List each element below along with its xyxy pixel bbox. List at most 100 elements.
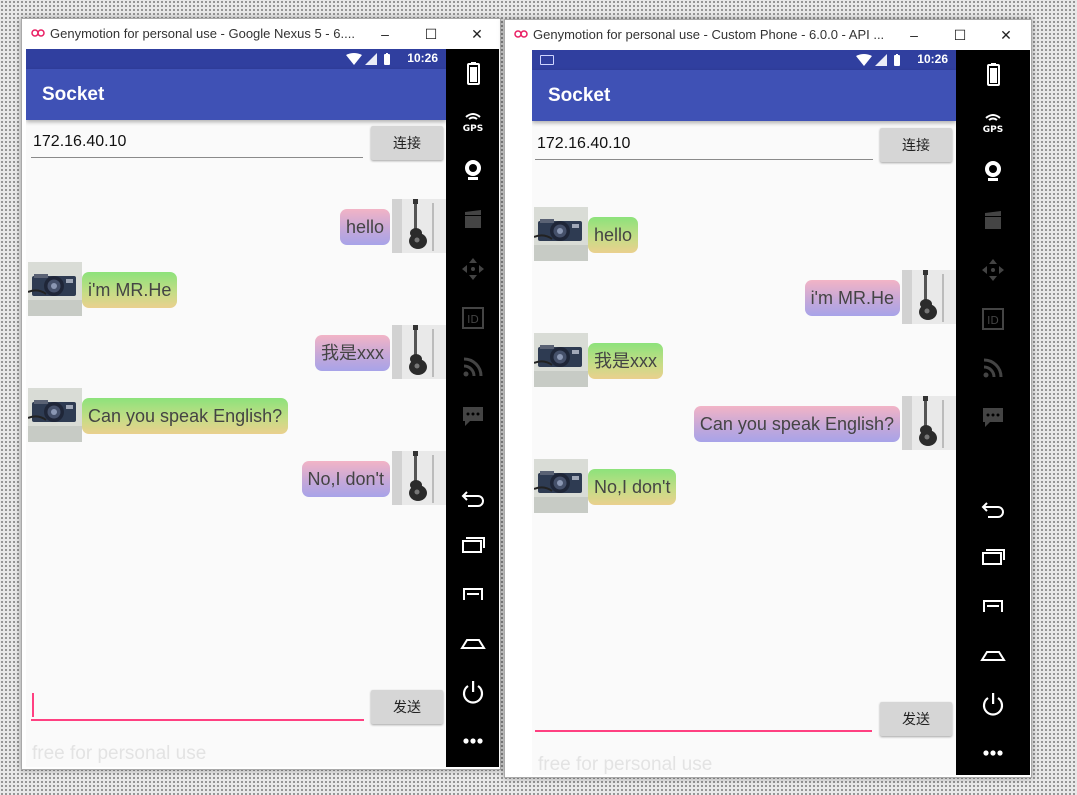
keyboard-icon	[540, 55, 554, 65]
genymotion-sidebar: GPS ID	[446, 49, 499, 767]
guitar-avatar	[902, 270, 956, 324]
status-time: 10:26	[917, 52, 948, 66]
chat-list: hello i'm MR.He 我是xxx Can you speak English…	[26, 199, 446, 539]
connect-button[interactable]: 连接	[371, 126, 443, 160]
status-time: 10:26	[407, 51, 438, 65]
chat-list: hello i'm MR.He 我是xxx Can you speak English…	[532, 207, 956, 547]
guitar-avatar	[392, 325, 446, 379]
battery-icon[interactable]	[458, 59, 488, 89]
chat-row-recv: i'm MR.He	[26, 262, 446, 318]
app-toolbar: Socket	[532, 70, 956, 121]
chat-row-sent: i'm MR.He	[532, 270, 956, 326]
home-icon[interactable]	[978, 640, 1008, 670]
sms-icon[interactable]	[978, 402, 1008, 432]
chat-row-sent: Can you speak English?	[532, 396, 956, 452]
chat-row-recv: hello	[532, 207, 956, 263]
menu-icon[interactable]	[458, 579, 488, 609]
genymotion-sidebar: GPS ID	[956, 50, 1030, 775]
camera-avatar	[534, 333, 588, 387]
clapper-icon[interactable]	[458, 204, 488, 234]
send-button[interactable]: 发送	[880, 702, 952, 736]
recent-apps-icon[interactable]	[978, 542, 1008, 572]
received-message-bubble: hello	[588, 217, 639, 253]
chat-row-sent: No,I don't	[26, 451, 446, 507]
ip-address-input[interactable]: 172.16.40.10	[31, 129, 363, 158]
app-title: Socket	[42, 84, 105, 105]
power-icon[interactable]	[458, 677, 488, 707]
received-message-bubble: 我是xxx	[588, 343, 663, 379]
watermark-text: free for personal use	[538, 754, 713, 775]
camera-avatar	[534, 207, 588, 261]
rss-icon[interactable]	[978, 353, 1008, 383]
message-input[interactable]	[31, 691, 364, 721]
minimize-button[interactable]: –	[891, 20, 937, 50]
id-icon[interactable]: ID	[978, 304, 1008, 334]
svg-text:GPS: GPS	[983, 125, 1003, 135]
device-screen: 10:26 Socket 172.16.40.10 连接 hello i'm MR…	[532, 50, 956, 775]
message-input[interactable]	[535, 702, 872, 732]
gps-icon[interactable]: GPS	[978, 108, 1008, 138]
webcam-icon[interactable]	[458, 155, 488, 185]
sent-message-bubble: 我是xxx	[315, 335, 390, 371]
chat-row-recv: Can you speak English?	[26, 388, 446, 444]
svg-text:GPS: GPS	[462, 124, 482, 134]
ip-address-input[interactable]: 172.16.40.10	[535, 131, 873, 160]
close-button[interactable]: ✕	[454, 19, 500, 49]
android-status-bar: 10:26	[26, 49, 446, 69]
emulator-window-1: Genymotion for personal use - Google Nex…	[21, 18, 501, 770]
signal-icons	[346, 53, 390, 65]
android-status-bar: 10:26	[532, 50, 956, 70]
maximize-button[interactable]: ☐	[408, 19, 454, 49]
back-icon[interactable]	[978, 493, 1008, 523]
minimize-button[interactable]: –	[362, 19, 408, 49]
more-icon[interactable]	[458, 726, 488, 756]
app-title: Socket	[548, 85, 611, 106]
genymotion-logo-icon	[31, 29, 45, 37]
battery-icon[interactable]	[978, 60, 1008, 90]
guitar-avatar	[902, 396, 956, 450]
connect-button[interactable]: 连接	[880, 128, 952, 162]
app-toolbar: Socket	[26, 69, 446, 120]
dpad-icon[interactable]	[458, 254, 488, 284]
more-icon[interactable]	[978, 738, 1008, 768]
svg-text:ID: ID	[987, 314, 999, 327]
sent-message-bubble: No,I don't	[301, 461, 390, 497]
rss-icon[interactable]	[458, 352, 488, 382]
close-button[interactable]: ✕	[983, 20, 1029, 50]
gps-icon[interactable]: GPS	[458, 107, 488, 137]
guitar-avatar	[392, 199, 446, 253]
sms-icon[interactable]	[458, 401, 488, 431]
id-icon[interactable]: ID	[458, 303, 488, 333]
back-icon[interactable]	[458, 482, 488, 512]
window-title: Genymotion for personal use - Google Nex…	[50, 26, 355, 41]
webcam-icon[interactable]	[978, 156, 1008, 186]
signal-icons	[856, 54, 900, 66]
recent-apps-icon[interactable]	[458, 530, 488, 560]
camera-avatar	[28, 262, 82, 316]
window-titlebar[interactable]: Genymotion for personal use - Custom Pho…	[505, 20, 1031, 50]
sent-message-bubble: Can you speak English?	[693, 406, 900, 442]
text-cursor	[32, 693, 34, 717]
chat-row-sent: 我是xxx	[26, 325, 446, 381]
send-button[interactable]: 发送	[371, 690, 443, 724]
sent-message-bubble: i'm MR.He	[804, 280, 900, 316]
sent-message-bubble: hello	[339, 209, 390, 245]
watermark-text: free for personal use	[32, 743, 207, 764]
device-screen: 10:26 Socket 172.16.40.10 连接 hello i'm MR…	[26, 49, 446, 767]
maximize-button[interactable]: ☐	[937, 20, 983, 50]
window-title: Genymotion for personal use - Custom Pho…	[533, 27, 885, 42]
genymotion-logo-icon	[514, 30, 528, 38]
power-icon[interactable]	[978, 689, 1008, 719]
clapper-icon[interactable]	[978, 205, 1008, 235]
home-icon[interactable]	[458, 628, 488, 658]
chat-row-sent: hello	[26, 199, 446, 255]
received-message-bubble: No,I don't	[588, 469, 677, 505]
emulator-window-2: Genymotion for personal use - Custom Pho…	[504, 19, 1032, 778]
received-message-bubble: Can you speak English?	[82, 398, 289, 434]
svg-text:ID: ID	[467, 313, 479, 326]
window-titlebar[interactable]: Genymotion for personal use - Google Nex…	[22, 19, 500, 49]
menu-icon[interactable]	[978, 591, 1008, 621]
chat-row-recv: No,I don't	[532, 459, 956, 515]
camera-avatar	[28, 388, 82, 442]
dpad-icon[interactable]	[978, 255, 1008, 285]
